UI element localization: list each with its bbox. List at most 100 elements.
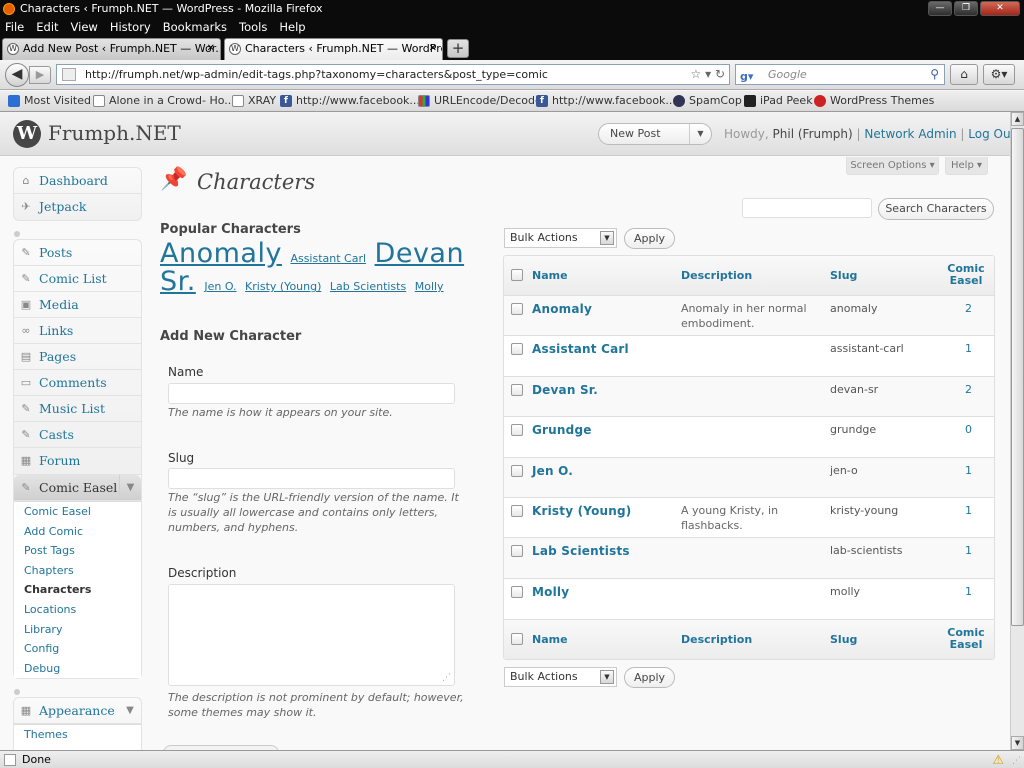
row-checkbox[interactable] bbox=[511, 424, 523, 437]
character-name-link[interactable]: Assistant Carl bbox=[532, 342, 629, 356]
bulk-actions-select-bottom[interactable]: Bulk Actions ▼ bbox=[504, 667, 617, 687]
sidebar-item-casts[interactable]: ✎ Casts bbox=[14, 422, 141, 448]
submenu-item-library[interactable]: Library bbox=[14, 620, 141, 640]
row-checkbox[interactable] bbox=[511, 545, 523, 558]
bookmark-item[interactable]: Most Visited bbox=[8, 91, 91, 111]
column-comic-easel[interactable]: Comic Easel bbox=[946, 627, 986, 651]
home-button[interactable]: ⌂ bbox=[950, 64, 978, 85]
sidebar-item-links[interactable]: ∞ Links bbox=[14, 318, 141, 344]
character-count-link[interactable]: 1 bbox=[965, 342, 972, 355]
character-name-link[interactable]: Devan Sr. bbox=[532, 383, 598, 397]
submenu-item-debug[interactable]: Debug bbox=[14, 659, 141, 679]
close-window-button[interactable]: ✕ bbox=[980, 1, 1020, 16]
menu-edit[interactable]: Edit bbox=[36, 18, 58, 36]
column-comic-easel[interactable]: Comic Easel bbox=[946, 263, 986, 287]
logout-link[interactable]: Log Out bbox=[968, 127, 1015, 141]
submenu-item-locations[interactable]: Locations bbox=[14, 600, 141, 620]
row-checkbox[interactable] bbox=[511, 504, 523, 517]
chevron-down-icon[interactable]: ▼ bbox=[689, 124, 711, 144]
row-checkbox[interactable] bbox=[511, 383, 523, 396]
sidebar-item-appearance[interactable]: ▦ Appearance ▼ bbox=[14, 698, 141, 725]
apply-button-bottom[interactable]: Apply bbox=[624, 667, 675, 688]
chevron-down-icon[interactable]: ▼ bbox=[119, 698, 141, 723]
tag-cloud-link[interactable]: Kristy (Young) bbox=[245, 280, 321, 293]
vertical-scrollbar[interactable]: ▲ ▼ bbox=[1010, 112, 1024, 750]
url-bar[interactable]: http://frumph.net/wp-admin/edit-tags.php… bbox=[56, 64, 730, 85]
row-checkbox[interactable] bbox=[511, 343, 523, 356]
menu-bookmarks[interactable]: Bookmarks bbox=[163, 18, 227, 36]
menu-file[interactable]: File bbox=[5, 18, 24, 36]
scroll-down-icon[interactable]: ▼ bbox=[1011, 736, 1024, 750]
scrollbar-thumb[interactable] bbox=[1011, 128, 1024, 626]
menu-history[interactable]: History bbox=[110, 18, 151, 36]
character-name-link[interactable]: Grundge bbox=[532, 423, 592, 437]
row-checkbox[interactable] bbox=[511, 585, 523, 598]
character-name-link[interactable]: Lab Scientists bbox=[532, 544, 630, 558]
character-name-link[interactable]: Kristy (Young) bbox=[532, 504, 632, 518]
submenu-item-characters[interactable]: Characters bbox=[14, 580, 141, 600]
bookmark-item[interactable]: f http://www.facebook.... bbox=[536, 91, 679, 111]
sidebar-item-pages[interactable]: ▤ Pages bbox=[14, 344, 141, 370]
character-count-link[interactable]: 1 bbox=[965, 585, 972, 598]
bookmark-item[interactable]: iPad Peek bbox=[744, 91, 813, 111]
sidebar-item-music-list[interactable]: ✎ Music List bbox=[14, 396, 141, 422]
tag-cloud-link[interactable]: Molly bbox=[415, 280, 444, 293]
resize-grip-icon[interactable]: ⋰ bbox=[1012, 753, 1021, 768]
character-count-link[interactable]: 1 bbox=[965, 464, 972, 477]
bulk-actions-select-top[interactable]: Bulk Actions ▼ bbox=[504, 228, 617, 248]
new-tab-button[interactable]: + bbox=[447, 39, 469, 58]
search-engine-box[interactable]: g▾ Google ⚲ bbox=[735, 64, 945, 85]
column-name[interactable]: Name bbox=[532, 633, 568, 646]
help-tab[interactable]: Help ▾ bbox=[945, 157, 988, 175]
sidebar-item-comments[interactable]: ▭ Comments bbox=[14, 370, 141, 396]
description-field[interactable]: ⋰ bbox=[168, 584, 455, 686]
tag-cloud-link[interactable]: Anomaly bbox=[160, 238, 282, 269]
character-count-link[interactable]: 0 bbox=[965, 423, 972, 436]
row-checkbox[interactable] bbox=[511, 464, 523, 477]
minimize-button[interactable]: — bbox=[928, 1, 952, 16]
submenu-item-post-tags[interactable]: Post Tags bbox=[14, 541, 141, 561]
character-count-link[interactable]: 1 bbox=[965, 544, 972, 557]
name-field[interactable] bbox=[168, 383, 455, 404]
sidebar-item-comic-list[interactable]: ✎ Comic List bbox=[14, 266, 141, 292]
sidebar-item-comic-easel[interactable]: ✎ Comic Easel ▼ bbox=[14, 475, 141, 501]
bookmark-item[interactable]: f http://www.facebook.... bbox=[280, 91, 423, 111]
sidebar-item-media[interactable]: ▣ Media bbox=[14, 292, 141, 318]
addon-button[interactable]: ⚙▾ bbox=[983, 64, 1015, 85]
network-admin-link[interactable]: Network Admin bbox=[864, 127, 956, 141]
column-description[interactable]: Description bbox=[681, 633, 752, 646]
new-post-button[interactable]: New Post ▼ bbox=[598, 123, 712, 145]
tag-cloud-link[interactable]: Jen O. bbox=[204, 280, 236, 293]
tag-cloud-link[interactable]: Assistant Carl bbox=[290, 252, 366, 265]
slug-field[interactable] bbox=[168, 468, 455, 489]
bookmark-item[interactable]: XRAY bbox=[232, 91, 276, 111]
submenu-item-add-comic[interactable]: Add Comic bbox=[14, 522, 141, 542]
resize-grip-icon[interactable]: ⋰ bbox=[442, 673, 451, 683]
tag-cloud-link[interactable]: Lab Scientists bbox=[330, 280, 406, 293]
chevron-down-icon[interactable]: ▼ bbox=[119, 475, 141, 500]
warning-icon[interactable]: ⚠ bbox=[992, 752, 1004, 768]
menu-view[interactable]: View bbox=[71, 18, 98, 36]
character-name-link[interactable]: Anomaly bbox=[532, 302, 592, 316]
bookmark-item[interactable]: Alone in a Crowd- Ho... bbox=[93, 91, 235, 111]
bookmark-item[interactable]: URLEncode/Decode bbox=[418, 91, 542, 111]
apply-button-top[interactable]: Apply bbox=[624, 228, 675, 249]
character-count-link[interactable]: 2 bbox=[965, 383, 972, 396]
user-name-link[interactable]: Phil (Frumph) bbox=[773, 127, 853, 141]
column-slug[interactable]: Slug bbox=[830, 633, 857, 646]
select-all-checkbox[interactable] bbox=[511, 633, 523, 646]
bookmark-star-icon[interactable]: ☆ ▾ ↻ bbox=[691, 65, 725, 84]
sidebar-item-forum[interactable]: ▦ Forum bbox=[14, 448, 141, 474]
submenu-item-themes[interactable]: Themes bbox=[14, 725, 141, 745]
search-characters-button[interactable]: Search Characters bbox=[878, 198, 994, 220]
character-count-link[interactable]: 1 bbox=[965, 504, 972, 517]
sidebar-item-dashboard[interactable]: ⌂ Dashboard bbox=[14, 168, 141, 194]
bookmark-item[interactable]: SpamCop bbox=[673, 91, 742, 111]
tab-add-new-post[interactable]: W Add New Post ‹ Frumph.NET — Wor... ✕ bbox=[2, 38, 221, 60]
character-name-link[interactable]: Molly bbox=[532, 585, 569, 599]
close-tab-icon[interactable]: ✕ bbox=[429, 39, 437, 59]
submenu-item-chapters[interactable]: Chapters bbox=[14, 561, 141, 581]
bookmark-item[interactable]: WordPress Themes bbox=[814, 91, 934, 111]
close-tab-icon[interactable]: ✕ bbox=[207, 39, 215, 59]
forward-button[interactable]: ▶ bbox=[29, 66, 51, 84]
